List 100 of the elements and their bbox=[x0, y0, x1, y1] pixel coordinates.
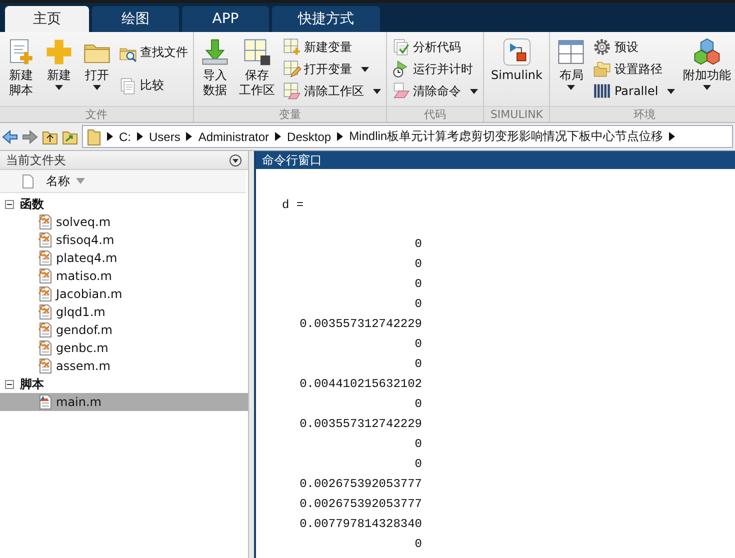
path-segment[interactable]: Desktop bbox=[287, 130, 332, 144]
ribbon-tab[interactable]: 快捷方式 bbox=[272, 6, 380, 32]
caret-icon bbox=[361, 66, 369, 72]
bars-icon bbox=[593, 82, 612, 100]
toolbar-button[interactable]: 预设 bbox=[591, 38, 678, 56]
function-file-icon bbox=[38, 322, 52, 338]
output-value: 0 bbox=[414, 396, 422, 413]
group-label: 文件 bbox=[0, 106, 193, 122]
function-file-icon bbox=[38, 250, 52, 266]
group-label: 变量 bbox=[194, 106, 386, 122]
play-clock-icon bbox=[392, 60, 410, 78]
output-value: 0.007797814328340 bbox=[300, 516, 422, 533]
output-value: 0 bbox=[414, 536, 422, 553]
file-item[interactable]: glqd1.m bbox=[0, 303, 248, 321]
output-value: 0 bbox=[414, 456, 422, 473]
path-field[interactable]: C: Users Administrator Desktop Mindlin板单元计算考虑剪切变形影响情况下板中心节点位移 bbox=[82, 125, 733, 148]
toolbar-button[interactable]: 查找文件 bbox=[117, 44, 190, 62]
output-value: 0.002675392053777 bbox=[300, 496, 422, 513]
function-file-icon bbox=[38, 304, 52, 320]
eraser-icon bbox=[392, 82, 410, 100]
toolbar-button[interactable]: 清除命令 bbox=[390, 82, 480, 100]
output-value: 0.002675392053777 bbox=[300, 476, 422, 493]
folder-icon bbox=[87, 128, 101, 146]
output-value: 0 bbox=[414, 276, 422, 293]
toolbar-button[interactable]: 打开 bbox=[79, 34, 115, 106]
toolbar-button[interactable]: 新建变量 bbox=[281, 38, 383, 56]
ribbon-tab[interactable]: 主页 bbox=[5, 6, 89, 32]
group-label: 环境 bbox=[550, 106, 735, 122]
grid-plus-icon bbox=[283, 38, 301, 56]
chevron-icon bbox=[275, 132, 282, 141]
function-file-icon bbox=[38, 232, 52, 248]
caret-icon bbox=[93, 85, 101, 90]
document-icon bbox=[22, 174, 34, 188]
forward-icon[interactable] bbox=[22, 130, 38, 144]
toolbar-button[interactable]: Simulink bbox=[487, 34, 546, 106]
file-item[interactable]: Jacobian.m bbox=[0, 285, 248, 303]
path-segment[interactable]: Users bbox=[149, 130, 180, 144]
function-file-icon bbox=[38, 358, 52, 374]
toolbar-button[interactable]: 布局 bbox=[553, 34, 590, 106]
file-item[interactable]: matiso.m bbox=[0, 267, 248, 285]
output-value: 0 bbox=[414, 336, 422, 353]
panel-title: 当前文件夹 bbox=[6, 152, 66, 168]
column-header[interactable]: 名称 bbox=[0, 170, 246, 193]
file-item[interactable]: plateq4.m bbox=[0, 249, 248, 267]
document-check-icon bbox=[392, 38, 410, 56]
toolbar-button[interactable]: 运行并计时 bbox=[390, 60, 480, 78]
cubes-icon bbox=[693, 38, 722, 66]
toolbar-button[interactable]: 新建 脚本 bbox=[3, 34, 39, 106]
toolbar-button[interactable]: 打开变量 bbox=[281, 60, 383, 78]
file-item[interactable]: main.m bbox=[0, 393, 248, 411]
menu-icon[interactable] bbox=[229, 154, 242, 166]
plus-icon bbox=[45, 38, 73, 66]
path-segment[interactable]: Mindlin板单元计算考虑剪切变形影响情况下板中心节点位移 bbox=[349, 128, 664, 145]
grid-pencil-icon bbox=[283, 60, 301, 78]
caret-icon bbox=[667, 88, 676, 94]
chevron-icon bbox=[107, 132, 113, 141]
output-value: 0 bbox=[414, 296, 422, 313]
function-file-icon bbox=[38, 214, 52, 230]
settings-icon bbox=[593, 38, 612, 56]
chevron-icon bbox=[669, 132, 676, 141]
ribbon-tab[interactable]: 绘图 bbox=[92, 6, 179, 32]
file-item[interactable]: gendof.m bbox=[0, 321, 248, 339]
toolbar-button[interactable]: Parallel bbox=[591, 82, 678, 100]
document-plus-icon bbox=[7, 38, 35, 66]
folder-up-icon[interactable] bbox=[42, 128, 58, 144]
file-item[interactable]: sfisoq4.m bbox=[0, 231, 248, 249]
file-item[interactable]: genbc.m bbox=[0, 339, 248, 357]
toolbar-button[interactable]: 保存 工作区 bbox=[235, 34, 279, 106]
grid-disk-icon bbox=[243, 38, 271, 66]
toolbar-button[interactable]: 导入 数据 bbox=[197, 34, 233, 106]
chevron-icon bbox=[137, 132, 143, 141]
toolbar-button[interactable]: 分析代码 bbox=[390, 38, 480, 56]
group-label: 代码 bbox=[387, 106, 483, 122]
folders-icon bbox=[593, 60, 612, 78]
file-item[interactable]: assem.m bbox=[0, 357, 248, 375]
output-value: 0.004410215632102 bbox=[300, 376, 422, 393]
script-file-icon bbox=[38, 394, 52, 410]
function-file-icon bbox=[38, 340, 52, 356]
layout-icon bbox=[557, 38, 586, 66]
toolbar-button[interactable]: 比较 bbox=[117, 76, 190, 94]
output-value: 0 bbox=[414, 356, 422, 373]
back-icon[interactable] bbox=[2, 130, 18, 144]
toolbar-button[interactable]: 清除工作区 bbox=[281, 82, 383, 100]
toolbar-button[interactable]: 附加功能 bbox=[679, 34, 735, 106]
output-value: 0 bbox=[414, 236, 422, 253]
path-segment[interactable]: Administrator bbox=[198, 130, 270, 144]
path-segment[interactable]: C: bbox=[119, 130, 131, 144]
block-diagram-icon bbox=[502, 38, 531, 66]
caret-icon bbox=[470, 88, 478, 94]
chevron-icon bbox=[186, 132, 192, 141]
toolbar-button[interactable]: 设置路径 bbox=[591, 60, 678, 78]
toolbar-button[interactable]: 新建 bbox=[41, 34, 77, 106]
file-item[interactable]: solveq.m bbox=[0, 213, 248, 231]
chevron-icon bbox=[337, 132, 344, 141]
collapse-icon[interactable] bbox=[5, 200, 14, 208]
section-label: 脚本 bbox=[20, 376, 44, 392]
folder-browse-icon[interactable] bbox=[62, 128, 78, 144]
sort-icon bbox=[76, 178, 85, 184]
ribbon-tab[interactable]: APP bbox=[182, 6, 269, 32]
collapse-icon[interactable] bbox=[5, 380, 14, 388]
